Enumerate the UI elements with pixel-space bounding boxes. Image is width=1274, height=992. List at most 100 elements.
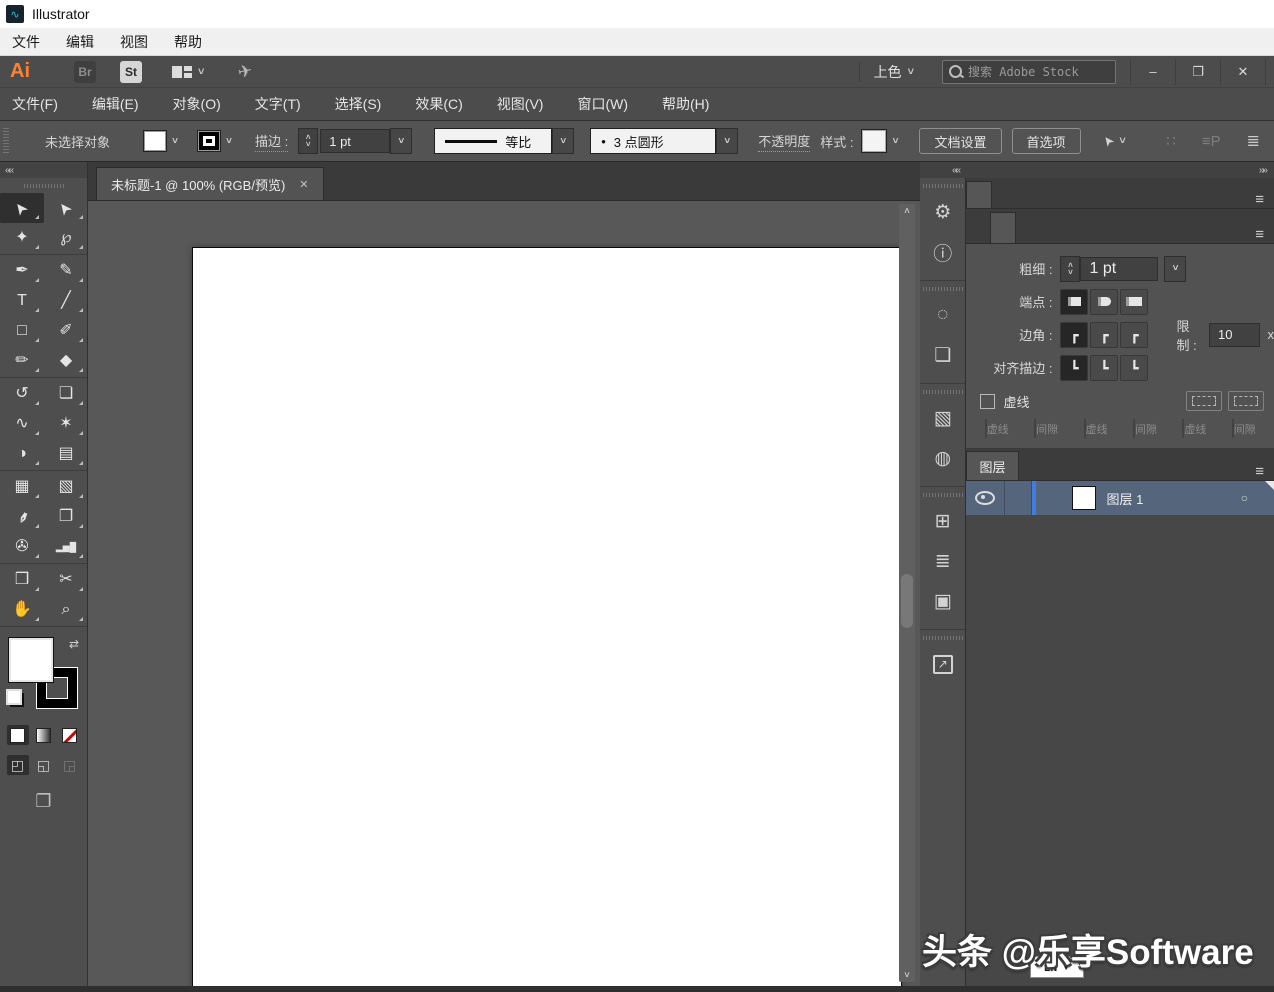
strip-grip[interactable] bbox=[923, 390, 963, 394]
strip-grip[interactable] bbox=[923, 287, 963, 291]
tab-color[interactable] bbox=[1016, 182, 1040, 208]
blend-tool[interactable]: ❐ bbox=[44, 502, 88, 532]
direct-selection-tool[interactable]: ➤ bbox=[44, 193, 88, 223]
hand-tool[interactable]: ✋ bbox=[0, 595, 44, 625]
corner-bevel-button[interactable]: ┏ bbox=[1120, 322, 1148, 348]
brush-definition-dropdown[interactable]: • 3 点圆形 bbox=[590, 128, 716, 154]
os-menu-item[interactable]: 视图 bbox=[120, 32, 148, 52]
stroke-weight-input[interactable]: 1 pt bbox=[320, 129, 390, 153]
menu-item[interactable]: 效果(C) bbox=[415, 94, 462, 114]
bridge-button[interactable]: Br bbox=[74, 61, 96, 83]
puppet-warp-tool[interactable]: ✶ bbox=[44, 409, 88, 439]
tab-stroke[interactable] bbox=[990, 212, 1016, 243]
close-icon[interactable]: ✕ bbox=[299, 178, 308, 191]
stroke-link[interactable]: 描边 : bbox=[255, 131, 288, 152]
transparency-icon[interactable]: ◍ bbox=[920, 438, 965, 478]
align-stroke-inside-button[interactable]: ┗ bbox=[1090, 355, 1118, 381]
scrollbar-thumb[interactable] bbox=[901, 574, 913, 628]
restore-button[interactable]: ❐ bbox=[1175, 59, 1220, 85]
shaper-tool[interactable]: ✏ bbox=[0, 346, 44, 376]
width-tool[interactable]: ∿ bbox=[0, 409, 44, 439]
zoom-tool[interactable]: ⌕ bbox=[44, 595, 88, 625]
os-menu-item[interactable]: 文件 bbox=[12, 32, 40, 52]
line-segment-tool[interactable]: ╱ bbox=[44, 286, 88, 316]
corner-round-button[interactable]: ┏ bbox=[1090, 322, 1118, 348]
cap-projecting-button[interactable] bbox=[1120, 289, 1148, 315]
corner-miter-button[interactable]: ┏ bbox=[1060, 322, 1088, 348]
style-swatch[interactable] bbox=[861, 129, 887, 153]
weight-input[interactable]: 1 pt bbox=[1080, 257, 1158, 281]
vertical-scrollbar[interactable]: ˄ ˅ bbox=[899, 204, 915, 982]
strip-grip[interactable] bbox=[923, 493, 963, 497]
mesh-tool[interactable]: ▦ bbox=[0, 472, 44, 502]
panel-grip[interactable] bbox=[3, 128, 9, 154]
magic-wand-tool[interactable]: ✦ bbox=[0, 223, 44, 253]
chevron-down-icon[interactable]: ˅ bbox=[390, 128, 412, 154]
draw-inside-button[interactable]: ◲ bbox=[59, 755, 81, 775]
type-tool[interactable]: T bbox=[0, 286, 44, 316]
scale-tool[interactable]: ❏ bbox=[44, 379, 88, 409]
screen-mode-button[interactable]: ❐ bbox=[0, 791, 87, 812]
cap-butt-button[interactable] bbox=[1060, 289, 1088, 315]
transform-icon[interactable]: ⊞ bbox=[920, 501, 965, 541]
menu-item[interactable]: 编辑(E) bbox=[92, 94, 139, 114]
dashed-line-checkbox[interactable] bbox=[980, 394, 995, 409]
chevron-down-icon[interactable]: ˅ bbox=[552, 128, 574, 154]
eraser-tool[interactable]: ◆ bbox=[44, 346, 88, 376]
cap-round-button[interactable] bbox=[1090, 289, 1118, 315]
tab-swatches[interactable] bbox=[966, 181, 992, 208]
artboard[interactable] bbox=[192, 247, 902, 987]
control-panel-menu-icon[interactable]: ≣ bbox=[1247, 131, 1260, 151]
gpu-performance-icon[interactable]: ✈ bbox=[237, 60, 255, 83]
visibility-toggle[interactable] bbox=[966, 481, 1005, 515]
menu-item[interactable]: 帮助(H) bbox=[662, 94, 709, 114]
layer-name[interactable]: 图层 1 bbox=[1106, 489, 1143, 508]
align-icon[interactable]: ≣ bbox=[920, 541, 965, 581]
collapse-icons-button[interactable]: «« bbox=[952, 165, 959, 176]
chevron-down-icon[interactable]: ˅ bbox=[167, 131, 183, 151]
close-button[interactable]: ✕ bbox=[1220, 59, 1266, 85]
slice-tool[interactable]: ✂ bbox=[44, 565, 88, 595]
panel-menu-icon[interactable]: ≡ bbox=[1255, 463, 1264, 480]
gradient-icon[interactable]: ▧ bbox=[920, 398, 965, 438]
menu-item[interactable]: 窗口(W) bbox=[577, 94, 628, 114]
toolbar-grip[interactable] bbox=[24, 184, 64, 188]
artboard-tool[interactable]: ❒ bbox=[0, 565, 44, 595]
dotted-circle-icon[interactable]: ◌ bbox=[920, 295, 965, 335]
layer-thumbnail[interactable] bbox=[1072, 486, 1096, 510]
fill-color-swatch[interactable] bbox=[143, 130, 167, 152]
draw-behind-button[interactable]: ◱ bbox=[33, 755, 55, 775]
pencil-tool[interactable]: ✎ bbox=[44, 256, 88, 286]
paintbrush-tool[interactable]: ✐ bbox=[44, 316, 88, 346]
minimize-button[interactable]: – bbox=[1130, 59, 1175, 85]
scroll-up-icon[interactable]: ˄ bbox=[899, 206, 915, 216]
color-button[interactable] bbox=[7, 725, 29, 745]
strip-grip[interactable] bbox=[923, 184, 963, 188]
chevron-down-icon[interactable]: ˅ bbox=[887, 131, 903, 151]
lock-toggle[interactable] bbox=[1005, 481, 1032, 515]
eyedropper-tool[interactable]: ✒ bbox=[0, 502, 44, 532]
column-graph-tool[interactable]: ▂▅█ bbox=[44, 532, 88, 562]
align-stroke-outside-button[interactable]: ┗ bbox=[1120, 355, 1148, 381]
rectangle-tool[interactable]: □ bbox=[0, 316, 44, 346]
os-menu-item[interactable]: 编辑 bbox=[66, 32, 94, 52]
variable-width-profile-dropdown[interactable]: 等比 bbox=[434, 128, 552, 154]
expand-panels-button[interactable]: »» bbox=[1259, 165, 1266, 176]
duplicate-squares-icon[interactable]: ❏ bbox=[920, 335, 965, 375]
os-menu-item[interactable]: 帮助 bbox=[174, 32, 202, 52]
swap-fill-stroke-icon[interactable]: ⇄ bbox=[69, 637, 79, 651]
strip-grip[interactable] bbox=[923, 636, 963, 640]
arrange-documents-button[interactable] bbox=[172, 66, 192, 78]
export-icon[interactable]: ↗ bbox=[920, 644, 965, 684]
opacity-link[interactable]: 不透明度 bbox=[758, 131, 810, 152]
menu-item[interactable]: 视图(V) bbox=[497, 94, 544, 114]
layer-target-icon[interactable]: ○ bbox=[1241, 491, 1248, 505]
stock-search-input[interactable]: 搜索 Adobe Stock bbox=[942, 60, 1116, 84]
pen-tool[interactable]: ✒ bbox=[0, 256, 44, 286]
menu-item[interactable]: 文字(T) bbox=[255, 94, 301, 114]
symbol-sprayer-tool[interactable]: ✇ bbox=[0, 532, 44, 562]
wheel-icon[interactable]: ⚙ bbox=[920, 192, 965, 232]
preferences-button[interactable]: 首选项 bbox=[1012, 128, 1081, 154]
toolbar-collapse-button[interactable]: «« bbox=[0, 162, 87, 178]
info-icon[interactable]: ⓘ bbox=[920, 232, 965, 272]
